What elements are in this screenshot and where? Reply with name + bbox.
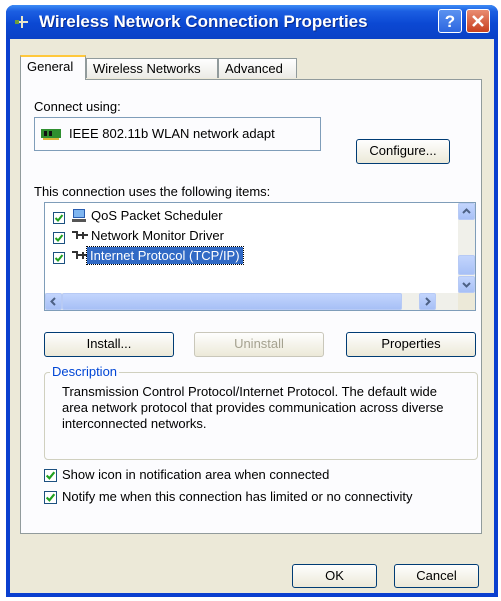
- scroll-left-button[interactable]: [45, 293, 62, 310]
- chevron-up-icon: [462, 208, 471, 214]
- check-icon: [54, 234, 64, 242]
- item-checkbox[interactable]: [53, 252, 65, 264]
- tab-wireless-networks[interactable]: Wireless Networks: [86, 58, 218, 78]
- scroll-thumb-horizontal[interactable]: [62, 293, 402, 310]
- check-icon: [54, 254, 64, 262]
- cancel-button[interactable]: Cancel: [394, 564, 479, 588]
- configure-button[interactable]: Configure...: [356, 139, 450, 164]
- item-label: Network Monitor Driver: [91, 228, 224, 243]
- dialog-window: Wireless Network Connection Properties ?…: [6, 5, 498, 597]
- show-icon-checkbox[interactable]: [44, 469, 57, 482]
- chevron-right-icon: [425, 297, 431, 306]
- tab-advanced[interactable]: Advanced: [218, 58, 297, 78]
- close-button[interactable]: [466, 9, 490, 33]
- adapter-box: IEEE 802.11b WLAN network adapt: [34, 117, 321, 151]
- vertical-scrollbar[interactable]: [458, 203, 475, 293]
- description-title: Description: [50, 364, 120, 379]
- chevron-left-icon: [50, 297, 56, 306]
- close-icon: [472, 15, 484, 27]
- item-checkbox[interactable]: [53, 232, 65, 244]
- ok-button-label: OK: [325, 568, 344, 583]
- scroll-down-button[interactable]: [458, 276, 475, 293]
- check-icon: [54, 214, 64, 222]
- tab-general[interactable]: General: [20, 55, 86, 80]
- scroll-corner: [458, 293, 475, 310]
- notify-label: Notify me when this connection has limit…: [62, 489, 413, 504]
- items-label: This connection uses the following items…: [34, 184, 271, 199]
- properties-button-label: Properties: [381, 336, 441, 351]
- chevron-down-icon: [462, 282, 471, 288]
- components-list[interactable]: QoS Packet Scheduler Network Monitor Dri…: [44, 202, 476, 311]
- title-bar[interactable]: Wireless Network Connection Properties ?: [6, 5, 498, 39]
- install-button-label: Install...: [86, 336, 132, 351]
- tab-label: General: [27, 59, 74, 74]
- notify-checkbox[interactable]: [44, 491, 57, 504]
- qos-icon: [72, 209, 86, 222]
- item-label: Internet Protocol (TCP/IP): [86, 246, 244, 265]
- properties-button[interactable]: Properties: [346, 332, 476, 357]
- scroll-thumb[interactable]: [458, 255, 475, 275]
- configure-button-label: Configure...: [369, 143, 437, 158]
- tab-label: Wireless Networks: [93, 61, 201, 76]
- connect-using-label: Connect using:: [34, 99, 121, 114]
- ok-button[interactable]: OK: [292, 564, 377, 588]
- uninstall-button: Uninstall: [194, 332, 324, 357]
- item-checkbox[interactable]: [53, 212, 65, 224]
- help-button[interactable]: ?: [438, 9, 462, 33]
- install-button[interactable]: Install...: [44, 332, 174, 357]
- cancel-button-label: Cancel: [416, 568, 457, 583]
- scroll-up-button[interactable]: [458, 203, 475, 220]
- adapter-name: IEEE 802.11b WLAN network adapt: [69, 126, 275, 141]
- show-icon-label: Show icon in notification area when conn…: [62, 467, 330, 482]
- horizontal-scrollbar[interactable]: [45, 293, 458, 310]
- check-icon: [45, 471, 56, 480]
- scroll-right-button[interactable]: [419, 293, 436, 310]
- dialog-client: General Wireless Networks Advanced Conne…: [10, 39, 494, 593]
- window-title: Wireless Network Connection Properties: [39, 12, 368, 31]
- network-adapter-icon: [41, 129, 61, 140]
- network-protocol-icon: [72, 231, 88, 239]
- check-icon: [45, 493, 56, 502]
- description-text: Transmission Control Protocol/Internet P…: [62, 384, 444, 431]
- network-connection-icon: [15, 16, 28, 28]
- tab-label: Advanced: [225, 61, 283, 76]
- uninstall-button-label: Uninstall: [234, 336, 284, 351]
- item-label: QoS Packet Scheduler: [91, 208, 223, 223]
